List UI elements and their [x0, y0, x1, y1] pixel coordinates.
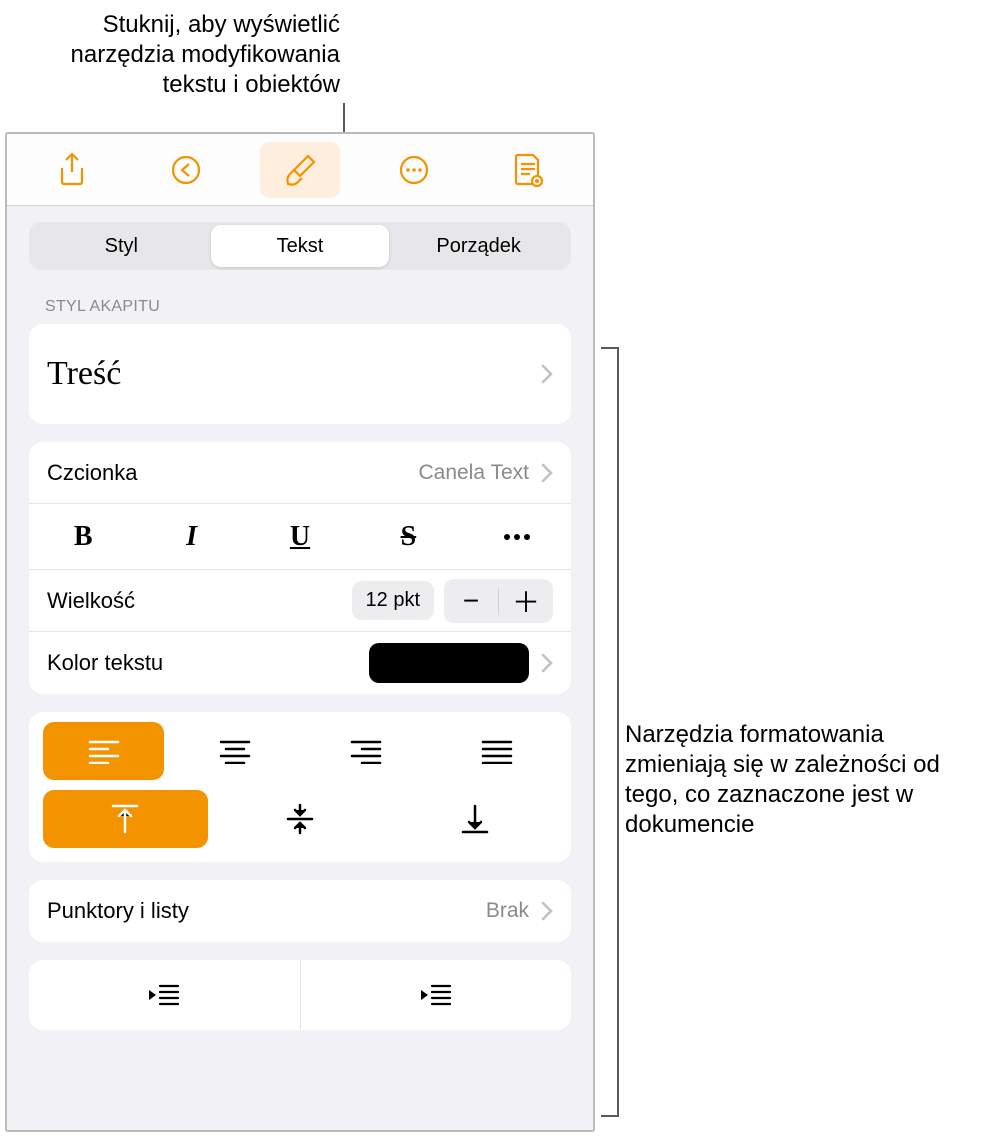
share-icon: [57, 152, 87, 188]
font-style-row: B I U S: [29, 504, 571, 570]
valign-bottom-button[interactable]: [392, 790, 557, 848]
size-row: Wielkość 12 pkt − ＋: [29, 570, 571, 632]
paragraph-style-row[interactable]: Treść: [29, 324, 571, 424]
valign-bottom-icon: [460, 802, 490, 836]
share-button[interactable]: [32, 142, 112, 198]
font-card: Czcionka Canela Text B I U S Wielkość 12…: [29, 442, 571, 694]
font-label: Czcionka: [47, 460, 137, 486]
chevron-right-icon: [541, 364, 553, 384]
size-label: Wielkość: [47, 588, 135, 614]
indent-button[interactable]: [300, 960, 572, 1030]
callout-top-leader: [343, 103, 345, 133]
format-button[interactable]: [260, 142, 340, 198]
tab-tekst[interactable]: Tekst: [211, 225, 390, 267]
tab-porzadek[interactable]: Porządek: [389, 225, 568, 267]
size-stepper: − ＋: [444, 579, 553, 623]
text-color-swatch[interactable]: [369, 643, 529, 683]
more-icon: [397, 153, 431, 187]
indent-icon: [418, 981, 454, 1009]
align-right-icon: [349, 738, 383, 764]
paragraph-style-header: STYL AKAPITU: [45, 298, 555, 316]
outdent-button[interactable]: [29, 960, 300, 1030]
chevron-right-icon: [541, 463, 553, 483]
format-panel: Styl Tekst Porządek STYL AKAPITU Treść C…: [5, 132, 595, 1132]
font-more-button[interactable]: [463, 533, 571, 541]
bullets-label: Punktory i listy: [47, 898, 189, 924]
valign-top-button[interactable]: [43, 790, 208, 848]
strikethrough-button[interactable]: S: [354, 521, 462, 553]
paragraph-style-card: Treść: [29, 324, 571, 424]
callout-right: Narzędzia formatowania zmieniają się w z…: [625, 720, 985, 840]
indent-card: [29, 960, 571, 1030]
valign-middle-button[interactable]: [218, 790, 383, 848]
align-left-button[interactable]: [43, 722, 164, 780]
document-view-button[interactable]: [488, 142, 568, 198]
align-right-button[interactable]: [305, 722, 426, 780]
text-color-label: Kolor tekstu: [47, 650, 163, 676]
underline-button[interactable]: U: [246, 521, 354, 553]
top-toolbar: [7, 134, 593, 206]
ellipsis-icon: [503, 533, 531, 541]
bullets-row[interactable]: Punktory i listy Brak: [29, 880, 571, 942]
bold-button[interactable]: B: [29, 521, 137, 553]
size-decrease-button[interactable]: −: [444, 579, 498, 623]
align-justify-button[interactable]: [436, 722, 557, 780]
size-value[interactable]: 12 pkt: [352, 581, 434, 620]
undo-button[interactable]: [146, 142, 226, 198]
bullets-card: Punktory i listy Brak: [29, 880, 571, 942]
text-color-row[interactable]: Kolor tekstu: [29, 632, 571, 694]
callout-right-bracket: [601, 347, 619, 1117]
valign-middle-icon: [285, 802, 315, 836]
font-row[interactable]: Czcionka Canela Text: [29, 442, 571, 504]
align-center-icon: [218, 738, 252, 764]
paragraph-style-value: Treść: [47, 355, 121, 393]
align-left-icon: [87, 738, 121, 764]
more-button[interactable]: [374, 142, 454, 198]
font-value: Canela Text: [418, 461, 529, 485]
size-increase-button[interactable]: ＋: [499, 579, 553, 623]
format-tabs: Styl Tekst Porządek: [29, 222, 571, 270]
paintbrush-icon: [282, 152, 318, 188]
valign-top-icon: [110, 802, 140, 836]
align-center-button[interactable]: [174, 722, 295, 780]
align-justify-icon: [480, 738, 514, 764]
undo-icon: [169, 153, 203, 187]
italic-button[interactable]: I: [137, 521, 245, 553]
alignment-card: [29, 712, 571, 862]
tab-styl[interactable]: Styl: [32, 225, 211, 267]
chevron-right-icon: [541, 901, 553, 921]
callout-top: Stuknij, aby wyświetlić narzędzia modyfi…: [0, 10, 340, 100]
document-view-icon: [511, 152, 545, 188]
outdent-icon: [146, 981, 182, 1009]
bullets-value: Brak: [486, 899, 529, 923]
chevron-right-icon: [541, 653, 553, 673]
